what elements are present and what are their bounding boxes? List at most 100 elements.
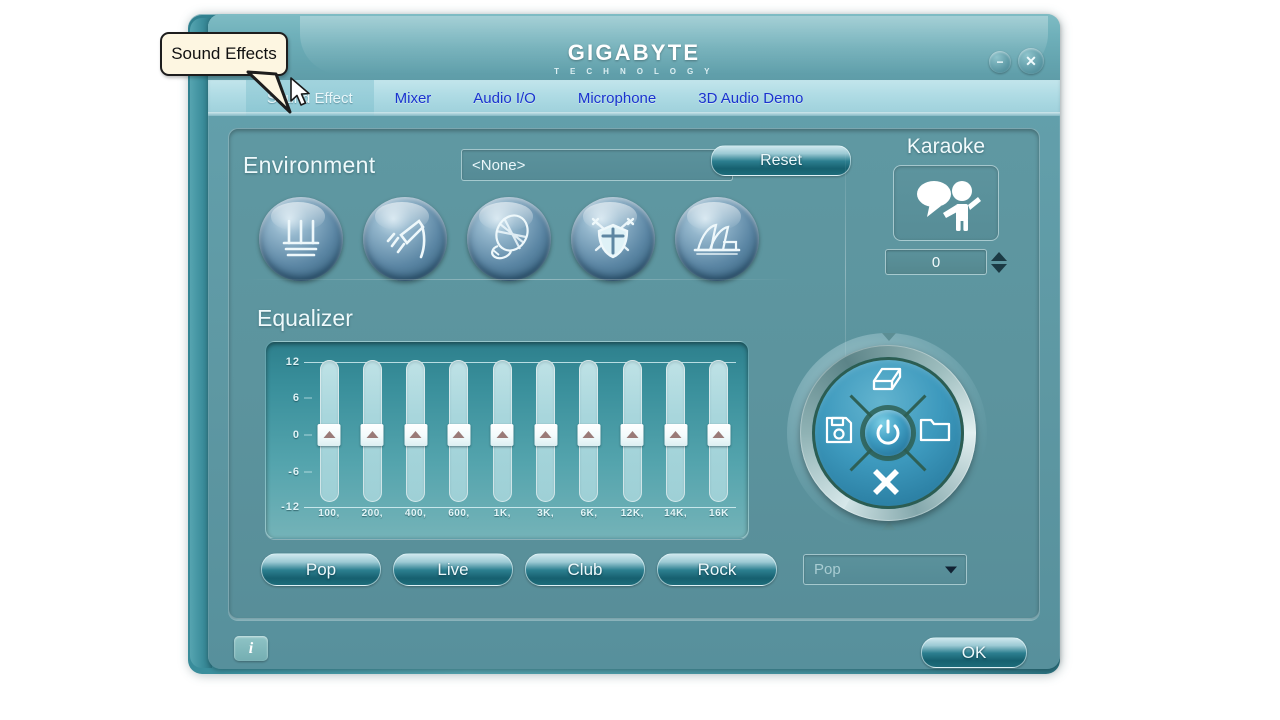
environment-selected-value: <None> <box>472 156 526 174</box>
main-panel: Environment <None> Reset Karaoke 0 Equal… <box>228 128 1040 620</box>
equalizer-band-label: 1K, <box>493 508 511 519</box>
equalizer-band-1[interactable] <box>359 360 385 502</box>
equalizer-band-thumb[interactable] <box>534 423 558 446</box>
equalizer-tick-6 <box>304 397 312 399</box>
equalizer-band-5[interactable] <box>533 360 559 502</box>
tab-microphone[interactable]: Microphone <box>557 80 677 116</box>
equalizer-band-4[interactable] <box>489 360 515 502</box>
equalizer-band-thumb[interactable] <box>360 423 384 446</box>
environment-armory-button[interactable] <box>571 197 655 281</box>
open-folder-icon <box>919 418 951 442</box>
equalizer-preset-row: Pop Live Club Rock Pop <box>261 553 967 586</box>
armory-icon <box>591 217 635 259</box>
equalizer-band-6[interactable] <box>576 360 602 502</box>
eraser-icon <box>872 367 902 391</box>
equalizer-band-7[interactable] <box>619 360 645 502</box>
karaoke-toggle-button[interactable] <box>893 165 999 241</box>
preset-live-button[interactable]: Live <box>393 553 513 586</box>
shower-icon <box>386 219 426 259</box>
dpad-open-button[interactable] <box>919 415 951 443</box>
ok-button[interactable]: OK <box>921 637 1027 668</box>
mouse-cursor <box>290 77 310 106</box>
environment-select[interactable]: <None> <box>461 149 733 181</box>
chevron-up-icon <box>539 431 552 438</box>
tab-bar: Sound Effect Mixer Audio I/O Microphone … <box>208 80 1060 116</box>
environment-presets <box>259 197 759 281</box>
dpad-down-arrow-icon[interactable] <box>882 522 896 530</box>
tab-mixer[interactable]: Mixer <box>374 80 453 116</box>
equalizer-band-thumb[interactable] <box>620 423 644 446</box>
equalizer-control-pad <box>769 319 1019 544</box>
equalizer-band-8[interactable] <box>663 360 689 502</box>
equalizer-band-label: 6K, <box>580 508 598 519</box>
stadium-icon <box>491 214 529 260</box>
equalizer-band-9[interactable] <box>706 360 732 502</box>
karaoke-stepper: 0 <box>885 249 1007 275</box>
title-gloss <box>300 16 1048 74</box>
preset-rock-button[interactable]: Rock <box>657 553 777 586</box>
chevron-up-icon <box>626 431 639 438</box>
equalizer-tick-0 <box>304 434 312 436</box>
dpad-delete-button[interactable] <box>870 466 902 498</box>
dpad-up-arrow-icon[interactable] <box>882 333 896 341</box>
equalizer-band-labels: 100, 200, 400, 600, 1K, 3K, 6K, 12K, 14K, 16K <box>316 508 732 526</box>
environment-bathroom-button[interactable] <box>259 197 343 281</box>
close-button[interactable]: ✕ <box>1018 48 1044 74</box>
preset-select[interactable]: Pop <box>803 554 967 585</box>
equalizer-band-label: 12K, <box>620 508 644 519</box>
equalizer-band-thumb[interactable] <box>577 423 601 446</box>
equalizer-sliders <box>316 360 732 502</box>
chevron-down-icon <box>945 566 957 573</box>
karaoke-singer-icon <box>917 181 981 231</box>
environment-stadium-button[interactable] <box>467 197 551 281</box>
info-button[interactable]: i <box>234 636 268 661</box>
reset-button[interactable]: Reset <box>711 145 851 176</box>
equalizer-band-label: 600, <box>448 508 470 519</box>
preset-selected-value: Pop <box>814 561 841 578</box>
equalizer-band-thumb[interactable] <box>404 423 428 446</box>
equalizer-band-2[interactable] <box>403 360 429 502</box>
chevron-up-icon <box>452 431 465 438</box>
equalizer-ylabel-neg12: -12 <box>281 501 300 513</box>
environment-concert-hall-button[interactable] <box>675 197 759 281</box>
equalizer-band-label: 16K <box>709 508 729 519</box>
minimize-button[interactable]: − <box>989 51 1011 73</box>
karaoke-decrement-icon[interactable] <box>991 263 1007 273</box>
equalizer-ylabel-neg6: -6 <box>288 466 300 478</box>
equalizer-band-thumb[interactable] <box>317 423 341 446</box>
dpad-power-button[interactable] <box>865 410 911 456</box>
equalizer-tick-neg6 <box>304 471 312 473</box>
concert-hall-icon <box>693 223 741 255</box>
screen: GIGABYTE T E C H N O L O G Y − ✕ Sound E… <box>0 0 1280 720</box>
chevron-up-icon <box>712 431 725 438</box>
environment-shower-button[interactable] <box>363 197 447 281</box>
equalizer-band-label: 400, <box>404 508 427 519</box>
dpad-eraser-button[interactable] <box>870 365 904 395</box>
equalizer-band-thumb[interactable] <box>490 423 514 446</box>
power-icon <box>876 419 900 445</box>
equalizer-band-0[interactable] <box>316 360 342 502</box>
chevron-up-icon <box>669 431 682 438</box>
equalizer-title: Equalizer <box>257 305 353 331</box>
equalizer-band-thumb[interactable] <box>664 423 688 446</box>
tab-3d-audio-demo[interactable]: 3D Audio Demo <box>677 80 824 116</box>
window-controls: − ✕ <box>989 48 1044 74</box>
delete-x-icon <box>873 469 899 495</box>
tab-audio-io[interactable]: Audio I/O <box>452 80 557 116</box>
chevron-up-icon <box>323 431 335 438</box>
preset-pop-button[interactable]: Pop <box>261 553 381 586</box>
preset-club-button[interactable]: Club <box>525 553 645 586</box>
karaoke-value[interactable]: 0 <box>885 249 987 275</box>
karaoke-increment-icon[interactable] <box>991 251 1007 261</box>
equalizer-band-thumb[interactable] <box>447 423 471 446</box>
equalizer-band-3[interactable] <box>446 360 472 502</box>
chevron-up-icon <box>409 431 422 438</box>
equalizer-ylabel-0: 0 <box>292 429 300 441</box>
dpad-save-button[interactable] <box>824 415 854 445</box>
equalizer-band-label: 200, <box>361 508 384 519</box>
environment-divider <box>245 279 797 280</box>
equalizer-ylabel-12: 12 <box>285 356 300 368</box>
equalizer-band-thumb[interactable] <box>707 423 731 446</box>
title-bar[interactable]: GIGABYTE T E C H N O L O G Y − ✕ <box>208 14 1060 86</box>
equalizer-inner: 12 6 0 -6 -12 100, 200, 400, 600, 1K, 3K, 6K, 1… <box>274 350 738 530</box>
